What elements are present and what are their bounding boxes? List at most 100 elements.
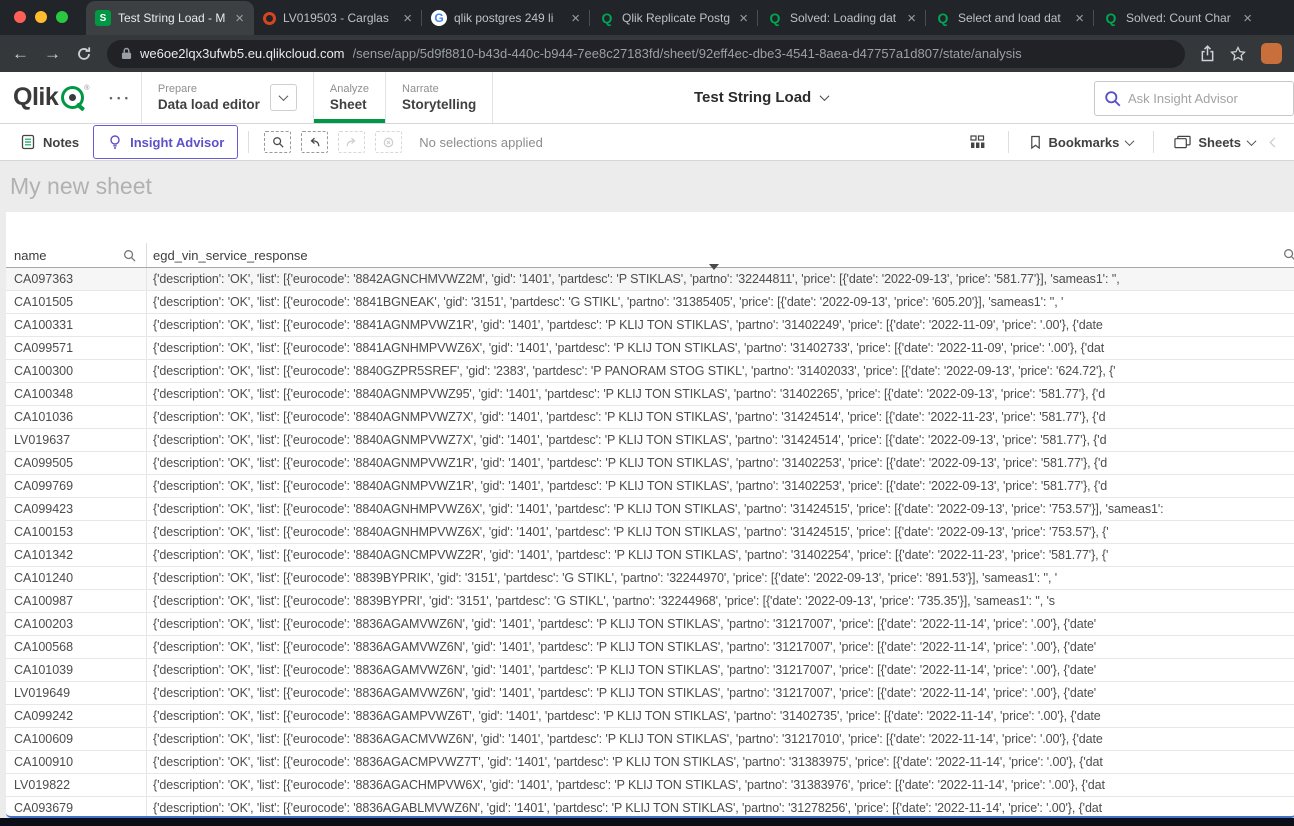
cell-response[interactable]: {'description': 'OK', 'list': [{'eurocod… bbox=[147, 406, 1294, 428]
cell-name[interactable]: LV019649 bbox=[6, 682, 147, 704]
prepare-dropdown-button[interactable] bbox=[269, 84, 297, 111]
cell-response[interactable]: {'description': 'OK', 'list': [{'eurocod… bbox=[147, 360, 1294, 382]
cell-name[interactable]: CA099505 bbox=[6, 452, 147, 474]
cell-response[interactable]: {'description': 'OK', 'list': [{'eurocod… bbox=[147, 383, 1294, 405]
cell-response[interactable]: {'description': 'OK', 'list': [{'eurocod… bbox=[147, 636, 1294, 658]
cell-response[interactable]: {'description': 'OK', 'list': [{'eurocod… bbox=[147, 291, 1294, 313]
cell-response[interactable]: {'description': 'OK', 'list': [{'eurocod… bbox=[147, 774, 1294, 796]
browser-tab[interactable]: S Test String Load - M × bbox=[86, 1, 254, 35]
clear-selections-button[interactable] bbox=[375, 131, 403, 153]
reload-icon[interactable] bbox=[76, 46, 92, 62]
insight-advisor-button[interactable]: Insight Advisor bbox=[93, 125, 239, 159]
browser-tab[interactable]: Q Select and load dat × bbox=[925, 1, 1094, 35]
previous-sheet-chevron[interactable] bbox=[1265, 133, 1290, 151]
cell-response[interactable]: {'description': 'OK', 'list': [{'eurocod… bbox=[147, 521, 1294, 543]
cell-name[interactable]: CA100609 bbox=[6, 728, 147, 750]
tab-close-icon[interactable]: × bbox=[1074, 11, 1085, 26]
cell-response[interactable]: {'description': 'OK', 'list': [{'eurocod… bbox=[147, 452, 1294, 474]
search-input[interactable] bbox=[1128, 91, 1284, 106]
cell-name[interactable]: CA099571 bbox=[6, 337, 147, 359]
cell-name[interactable]: CA097363 bbox=[6, 268, 147, 290]
table-row: CA101039 {'description': 'OK', 'list': [… bbox=[6, 659, 1294, 682]
tab-close-icon[interactable]: × bbox=[738, 11, 749, 26]
column-search-icon[interactable] bbox=[1283, 248, 1294, 261]
step-back-selection-button[interactable] bbox=[301, 131, 329, 153]
cell-response[interactable]: {'description': 'OK', 'list': [{'eurocod… bbox=[147, 613, 1294, 635]
url-domain: we6oe2lqx3ufwb5.eu.qlikcloud.com bbox=[140, 46, 345, 61]
cell-name[interactable]: CA101240 bbox=[6, 567, 147, 589]
cell-name[interactable]: CA099423 bbox=[6, 498, 147, 520]
cell-response[interactable]: {'description': 'OK', 'list': [{'eurocod… bbox=[147, 337, 1294, 359]
more-menu-icon[interactable]: • • • bbox=[97, 72, 140, 123]
cell-response[interactable]: {'description': 'OK', 'list': [{'eurocod… bbox=[147, 475, 1294, 497]
nav-narrate[interactable]: Narrate Storytelling bbox=[386, 72, 492, 123]
tab-close-icon[interactable]: × bbox=[234, 11, 245, 26]
cell-response[interactable]: {'description': 'OK', 'list': [{'eurocod… bbox=[147, 567, 1294, 589]
browser-tab[interactable]: G qlik postgres 249 li × bbox=[421, 1, 590, 35]
zoom-window-button[interactable] bbox=[56, 11, 68, 23]
cell-response[interactable]: {'description': 'OK', 'list': [{'eurocod… bbox=[147, 659, 1294, 681]
cell-name[interactable]: CA100987 bbox=[6, 590, 147, 612]
nav-prepare[interactable]: Prepare Data load editor bbox=[142, 72, 313, 123]
notes-button[interactable]: Notes bbox=[10, 134, 89, 150]
share-icon[interactable] bbox=[1200, 45, 1215, 62]
nav-analyze[interactable]: Analyze Sheet bbox=[313, 72, 386, 123]
cell-response[interactable]: {'description': 'OK', 'list': [{'eurocod… bbox=[147, 268, 1294, 290]
back-icon[interactable]: ← bbox=[12, 45, 29, 62]
selections-tool-button[interactable] bbox=[264, 131, 292, 153]
cell-response[interactable]: {'description': 'OK', 'list': [{'eurocod… bbox=[147, 498, 1294, 520]
cell-name[interactable]: CA100300 bbox=[6, 360, 147, 382]
minimize-window-button[interactable] bbox=[35, 11, 47, 23]
cell-name[interactable]: CA093679 bbox=[6, 797, 147, 816]
cell-response[interactable]: {'description': 'OK', 'list': [{'eurocod… bbox=[147, 751, 1294, 773]
app-title-menu[interactable]: Test String Load bbox=[694, 72, 830, 123]
column-search-icon[interactable] bbox=[123, 249, 136, 262]
cell-name[interactable]: CA100153 bbox=[6, 521, 147, 543]
cell-name[interactable]: CA100910 bbox=[6, 751, 147, 773]
forward-icon[interactable]: → bbox=[44, 45, 61, 62]
cell-response[interactable]: {'description': 'OK', 'list': [{'eurocod… bbox=[147, 590, 1294, 612]
cell-response[interactable]: {'description': 'OK', 'list': [{'eurocod… bbox=[147, 429, 1294, 451]
cell-name[interactable]: CA101039 bbox=[6, 659, 147, 681]
address-bar[interactable]: we6oe2lqx3ufwb5.eu.qlikcloud.com/sense/a… bbox=[107, 39, 1185, 68]
cell-response[interactable]: {'description': 'OK', 'list': [{'eurocod… bbox=[147, 728, 1294, 750]
cell-response[interactable]: {'description': 'OK', 'list': [{'eurocod… bbox=[147, 314, 1294, 336]
show-charts-grid-icon[interactable] bbox=[958, 135, 998, 149]
no-selections-status: No selections applied bbox=[419, 134, 543, 150]
bookmarks-button[interactable]: Bookmarks bbox=[1019, 135, 1144, 150]
cell-response[interactable]: {'description': 'OK', 'list': [{'eurocod… bbox=[147, 797, 1294, 816]
browser-tab[interactable]: Q Solved: Count Char × bbox=[1093, 1, 1262, 35]
browser-tab[interactable]: Q Qlik Replicate Postg × bbox=[589, 1, 758, 35]
column-header-name[interactable]: name bbox=[6, 243, 147, 267]
sheets-button[interactable]: Sheets bbox=[1164, 135, 1265, 150]
tab-close-icon[interactable]: × bbox=[570, 11, 581, 26]
tab-close-icon[interactable]: × bbox=[1242, 11, 1253, 26]
cell-name[interactable]: CA100348 bbox=[6, 383, 147, 405]
browser-tab[interactable]: Q Solved: Loading dat × bbox=[757, 1, 926, 35]
cell-name[interactable]: CA100203 bbox=[6, 613, 147, 635]
profile-avatar[interactable] bbox=[1261, 43, 1282, 64]
close-window-button[interactable] bbox=[14, 11, 26, 23]
cell-response[interactable]: {'description': 'OK', 'list': [{'eurocod… bbox=[147, 544, 1294, 566]
column-header-response[interactable]: egd_vin_service_response bbox=[147, 243, 1294, 267]
cell-name[interactable]: LV019637 bbox=[6, 429, 147, 451]
bookmark-star-icon[interactable] bbox=[1230, 45, 1246, 62]
cell-name[interactable]: CA100568 bbox=[6, 636, 147, 658]
tab-close-icon[interactable]: × bbox=[402, 11, 413, 26]
cell-name[interactable]: CA099242 bbox=[6, 705, 147, 727]
cell-name[interactable]: CA101342 bbox=[6, 544, 147, 566]
cell-name[interactable]: LV019822 bbox=[6, 774, 147, 796]
table-row: LV019649 {'description': 'OK', 'list': [… bbox=[6, 682, 1294, 705]
insight-advisor-search[interactable] bbox=[1094, 81, 1294, 116]
cell-response[interactable]: {'description': 'OK', 'list': [{'eurocod… bbox=[147, 705, 1294, 727]
cell-name[interactable]: CA101505 bbox=[6, 291, 147, 313]
tab-close-icon[interactable]: × bbox=[906, 11, 917, 26]
step-forward-selection-button[interactable] bbox=[338, 131, 366, 153]
cell-response[interactable]: {'description': 'OK', 'list': [{'eurocod… bbox=[147, 682, 1294, 704]
cell-name[interactable]: CA099769 bbox=[6, 475, 147, 497]
table-body: CA097363 {'description': 'OK', 'list': [… bbox=[6, 268, 1294, 816]
cell-name[interactable]: CA101036 bbox=[6, 406, 147, 428]
browser-tab[interactable]: LV019503 - Carglas × bbox=[254, 1, 422, 35]
table-row: LV019637 {'description': 'OK', 'list': [… bbox=[6, 429, 1294, 452]
cell-name[interactable]: CA100331 bbox=[6, 314, 147, 336]
